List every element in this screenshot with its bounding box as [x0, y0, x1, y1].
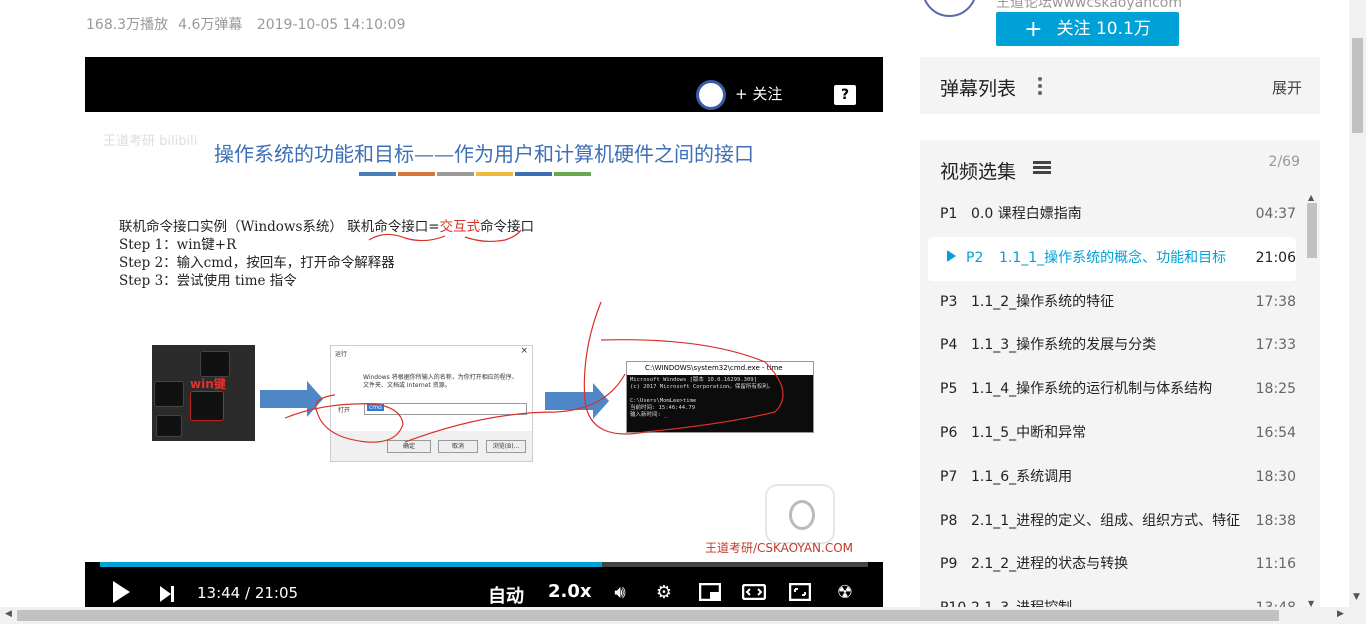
bilibili-play-icon	[765, 484, 835, 544]
speed-selector[interactable]: 2.0x	[548, 581, 592, 602]
video-page: 168.3万播放 4.6万弹幕 2019-10-05 14:10:09 + 关注 …	[0, 0, 1366, 624]
episode-duration: 17:38	[1255, 293, 1296, 310]
uploader-logo-icon[interactable]	[696, 80, 726, 110]
episode-item[interactable]: P3 1.1_2_操作系统的特征 17:38	[920, 281, 1304, 325]
episode-duration: 18:30	[1255, 468, 1296, 485]
web-fullscreen-icon[interactable]	[788, 581, 812, 603]
episode-number: P3	[940, 293, 958, 310]
episode-list: P1 0.0 课程白嫖指南 04:37 P2 1.1_1_操作系统的概念、功能和目标 21…	[920, 193, 1304, 610]
video-frame[interactable]: 王道考研 bilibili 操作系统的功能和目标——作为用户和计算机硬件之间的接…	[85, 112, 883, 562]
episode-number: P5	[940, 381, 958, 398]
episode-number: P7	[940, 468, 958, 485]
uploader-avatar[interactable]	[922, 0, 977, 17]
episode-title: 0.0 课程白嫖指南	[971, 206, 1082, 222]
widescreen-icon[interactable]	[742, 581, 766, 603]
episode-title: 1.1_3_操作系统的发展与分类	[971, 337, 1157, 354]
episode-title: 1.1_5_中断和异常	[971, 424, 1087, 441]
episode-duration: 18:25	[1255, 381, 1296, 398]
slide-brand: 王道考研/CSKAOYAN.COM	[704, 541, 853, 555]
uploader-name[interactable]: 王道论坛wwwcskaoyancom	[996, 0, 1182, 12]
help-icon[interactable]: ?	[834, 85, 856, 105]
episode-title: 2.1_1_进程的定义、组成、组织方式、特征	[971, 512, 1241, 529]
episode-item[interactable]: P7 1.1_6_系统调用 18:30	[920, 456, 1304, 500]
red-pen-annotations	[284, 229, 784, 443]
episode-number: P4	[940, 337, 958, 354]
episode-item[interactable]: P9 2.1_2_进程的状态与转换 11:16	[920, 543, 1304, 587]
now-playing-icon	[947, 249, 956, 262]
episode-item[interactable]: P8 2.1_1_进程的定义、组成、组织方式、特征 18:38	[920, 500, 1304, 544]
episode-title: 1.1_4_操作系统的运行机制与体系结构	[971, 381, 1213, 398]
settings-icon[interactable]: ⚙	[652, 581, 676, 603]
scroll-thumb[interactable]	[17, 610, 1279, 621]
play-icon[interactable]	[113, 581, 130, 603]
episode-duration: 11:16	[1255, 556, 1296, 573]
danmaku-expand-button[interactable]: 展开	[1272, 77, 1302, 98]
page-horizontal-scrollbar[interactable]: ◀ ▶	[0, 607, 1366, 624]
next-icon[interactable]	[160, 586, 174, 602]
episode-item[interactable]: P6 1.1_5_中断和异常 16:54	[920, 412, 1304, 456]
episode-duration: 17:33	[1255, 337, 1296, 354]
publish-date: 2019-10-05 14:10:09	[256, 17, 406, 33]
episode-count: 2/69	[1268, 154, 1300, 170]
plus-icon: +	[1024, 17, 1043, 42]
episode-duration: 21:06	[1255, 249, 1296, 266]
scroll-up-icon[interactable]: ▲	[1308, 193, 1314, 202]
episode-title: 1.1_1_操作系统的概念、功能和目标	[999, 249, 1227, 266]
episode-list-panel: 视频选集 2/69 P1 0.0 课程白嫖指南 04:37 P2 1.1_1_操作系统的…	[920, 140, 1320, 610]
episode-number: P2	[966, 249, 984, 266]
episode-title: 2.1_2_进程的状态与转换	[971, 556, 1129, 573]
episode-number: P1	[940, 206, 958, 222]
episode-duration: 04:37	[1255, 206, 1296, 222]
episode-duration: 18:38	[1255, 512, 1296, 529]
episode-item[interactable]: P2 1.1_1_操作系统的概念、功能和目标 21:06	[928, 236, 1296, 281]
danmaku-panel-title: 弹幕列表	[940, 78, 1017, 100]
player-controls: 13:44 / 21:05 自动 2.0x 🔊︎ ⚙ ☢	[85, 575, 883, 607]
scroll-right-icon[interactable]: ▶	[1337, 609, 1344, 619]
episode-list-scrollbar[interactable]: ▲ ▼	[1305, 193, 1317, 608]
fullscreen-icon[interactable]: ☢	[833, 581, 857, 603]
episode-number: P9	[940, 556, 958, 573]
video-player[interactable]: + 关注 ? 王道考研 bilibili 操作系统的功能和目标——作为用户和计算…	[85, 57, 883, 607]
pip-icon[interactable]	[698, 581, 722, 603]
player-follow-button[interactable]: + 关注	[735, 83, 782, 104]
list-view-icon[interactable]	[1033, 161, 1051, 175]
scroll-left-icon[interactable]: ◀	[5, 609, 12, 619]
quality-selector[interactable]: 自动	[488, 582, 524, 608]
episode-number: P6	[940, 424, 958, 441]
episode-item[interactable]: P5 1.1_4_操作系统的运行机制与体系结构 18:25	[920, 368, 1304, 412]
scroll-down-icon[interactable]: ▼	[1353, 592, 1360, 602]
scroll-thumb[interactable]	[1307, 203, 1317, 258]
episode-item[interactable]: P4 1.1_3_操作系统的发展与分类 17:33	[920, 324, 1304, 368]
episode-number: P8	[940, 512, 958, 529]
episode-duration: 16:54	[1255, 424, 1296, 441]
follow-button[interactable]: + 关注 10.1万	[996, 12, 1179, 46]
episode-item[interactable]: P1 0.0 课程白嫖指南 04:37	[920, 193, 1304, 237]
more-options-icon[interactable]	[1038, 77, 1042, 95]
progress-fill	[100, 562, 602, 567]
episode-title: 1.1_2_操作系统的特征	[971, 293, 1115, 310]
time-display: 13:44 / 21:05	[197, 584, 299, 602]
video-meta: 168.3万播放 4.6万弹幕 2019-10-05 14:10:09	[86, 14, 416, 34]
volume-icon[interactable]: 🔊︎	[608, 581, 632, 603]
danmaku-count: 4.6万弹幕	[178, 17, 243, 33]
view-count: 168.3万播放	[86, 17, 169, 33]
progress-bar[interactable]	[100, 562, 868, 567]
page-vertical-scrollbar[interactable]: ▼	[1349, 0, 1366, 607]
episode-title: 1.1_6_系统调用	[971, 468, 1073, 485]
scroll-thumb[interactable]	[1352, 38, 1363, 133]
episode-list-title: 视频选集	[940, 161, 1017, 183]
danmaku-panel: 弹幕列表 展开	[920, 57, 1320, 114]
player-top-bar: + 关注 ?	[85, 57, 883, 112]
